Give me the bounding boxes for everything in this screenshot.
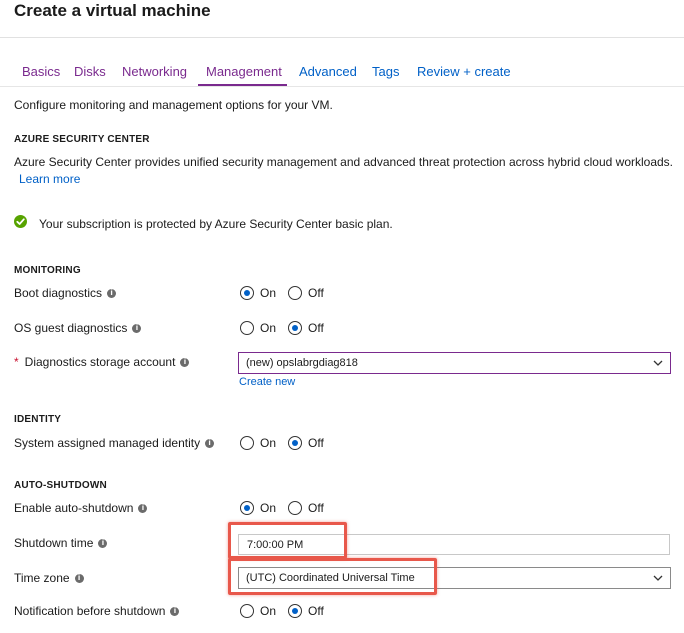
os-guest-diagnostics-off-option[interactable]: Off bbox=[288, 321, 324, 335]
tab-tags[interactable]: Tags bbox=[372, 64, 399, 79]
os-guest-diagnostics-label-text: OS guest diagnostics bbox=[14, 321, 128, 335]
shutdown-time-input[interactable]: 7:00:00 PM bbox=[238, 534, 670, 555]
intro-text: Configure monitoring and management opti… bbox=[14, 98, 333, 112]
tab-networking[interactable]: Networking bbox=[122, 64, 187, 79]
auto-shutdown-off-option[interactable]: Off bbox=[288, 501, 324, 515]
info-icon[interactable]: i bbox=[205, 438, 215, 448]
time-zone-label: Time zone i bbox=[14, 571, 84, 585]
radio-unselected[interactable] bbox=[240, 321, 254, 335]
info-icon[interactable]: i bbox=[170, 606, 180, 616]
notification-radio-group: On Off bbox=[240, 604, 336, 618]
radio-unselected[interactable] bbox=[240, 436, 254, 450]
radio-selected[interactable] bbox=[240, 286, 254, 300]
shutdown-time-value: 7:00:00 PM bbox=[247, 538, 304, 551]
notification-on-option[interactable]: On bbox=[240, 604, 276, 618]
section-heading-identity: IDENTITY bbox=[14, 414, 62, 425]
managed-identity-radio-group: On Off bbox=[240, 436, 336, 450]
notification-off-option[interactable]: Off bbox=[288, 604, 324, 618]
info-icon[interactable]: i bbox=[107, 288, 117, 298]
time-zone-dropdown[interactable]: (UTC) Coordinated Universal Time bbox=[238, 567, 671, 589]
section-heading-auto-shutdown: AUTO-SHUTDOWN bbox=[14, 480, 107, 491]
radio-label-off: Off bbox=[308, 286, 324, 300]
section-heading-security-center: AZURE SECURITY CENTER bbox=[14, 134, 150, 145]
radio-selected[interactable] bbox=[288, 436, 303, 450]
radio-unselected[interactable] bbox=[288, 286, 303, 300]
section-heading-monitoring: MONITORING bbox=[14, 265, 81, 276]
radio-label-off: Off bbox=[308, 501, 324, 515]
boot-diagnostics-radio-group: On Off bbox=[240, 286, 336, 300]
radio-label-on: On bbox=[260, 604, 277, 618]
boot-diagnostics-on-option[interactable]: On bbox=[240, 286, 276, 300]
chevron-down-icon bbox=[653, 360, 663, 366]
diagnostics-storage-account-label: * Diagnostics storage account i bbox=[14, 355, 190, 369]
auto-shutdown-radio-group: On Off bbox=[240, 501, 336, 515]
radio-unselected[interactable] bbox=[288, 501, 303, 515]
create-new-link[interactable]: Create new bbox=[239, 376, 295, 388]
title-divider bbox=[0, 37, 684, 38]
radio-selected[interactable] bbox=[240, 501, 254, 515]
notification-before-shutdown-label: Notification before shutdown i bbox=[14, 604, 180, 618]
managed-identity-on-option[interactable]: On bbox=[240, 436, 276, 450]
time-zone-label-text: Time zone bbox=[14, 571, 70, 585]
dropdown-value: (new) opslabrgdiag818 bbox=[246, 357, 358, 369]
radio-label-off: Off bbox=[308, 436, 324, 450]
tab-basics[interactable]: Basics bbox=[22, 64, 60, 79]
radio-label-on: On bbox=[260, 436, 277, 450]
os-guest-diagnostics-on-option[interactable]: On bbox=[240, 321, 276, 335]
radio-label-on: On bbox=[260, 501, 277, 515]
os-guest-diagnostics-radio-group: On Off bbox=[240, 321, 336, 335]
tab-advanced[interactable]: Advanced bbox=[299, 64, 357, 79]
shutdown-time-label-text: Shutdown time bbox=[14, 536, 94, 550]
boot-diagnostics-label: Boot diagnostics i bbox=[14, 286, 117, 300]
required-asterisk: * bbox=[14, 355, 19, 369]
tab-disks[interactable]: Disks bbox=[74, 64, 106, 79]
radio-selected[interactable] bbox=[288, 321, 303, 335]
radio-label-off: Off bbox=[308, 321, 324, 335]
tab-divider bbox=[0, 86, 684, 87]
learn-more-link[interactable]: Learn more bbox=[19, 172, 80, 186]
security-status-text: Your subscription is protected by Azure … bbox=[39, 217, 393, 231]
check-circle-icon bbox=[14, 215, 27, 228]
boot-diagnostics-label-text: Boot diagnostics bbox=[14, 286, 103, 300]
tab-review-create[interactable]: Review + create bbox=[417, 64, 511, 79]
managed-identity-label-text: System assigned managed identity bbox=[14, 436, 201, 450]
os-guest-diagnostics-label: OS guest diagnostics i bbox=[14, 321, 142, 335]
page-title: Create a virtual machine bbox=[14, 1, 211, 20]
managed-identity-label: System assigned managed identity i bbox=[14, 436, 215, 450]
info-icon[interactable]: i bbox=[132, 323, 142, 333]
info-icon[interactable]: i bbox=[98, 538, 108, 548]
diagnostics-storage-account-dropdown[interactable]: (new) opslabrgdiag818 bbox=[238, 352, 671, 374]
radio-selected[interactable] bbox=[288, 604, 303, 618]
tab-management[interactable]: Management bbox=[206, 64, 282, 79]
managed-identity-off-option[interactable]: Off bbox=[288, 436, 324, 450]
dropdown-value: (UTC) Coordinated Universal Time bbox=[246, 572, 415, 584]
info-icon[interactable]: i bbox=[138, 503, 148, 513]
chevron-down-icon bbox=[653, 575, 663, 581]
notification-before-shutdown-label-text: Notification before shutdown bbox=[14, 604, 166, 618]
auto-shutdown-on-option[interactable]: On bbox=[240, 501, 276, 515]
security-center-description: Azure Security Center provides unified s… bbox=[14, 155, 674, 169]
enable-auto-shutdown-label: Enable auto-shutdown i bbox=[14, 501, 148, 515]
radio-unselected[interactable] bbox=[240, 604, 254, 618]
boot-diagnostics-off-option[interactable]: Off bbox=[288, 286, 324, 300]
info-icon[interactable]: i bbox=[74, 573, 84, 583]
enable-auto-shutdown-label-text: Enable auto-shutdown bbox=[14, 501, 134, 515]
radio-label-on: On bbox=[260, 286, 277, 300]
radio-label-on: On bbox=[260, 321, 277, 335]
info-icon[interactable]: i bbox=[180, 357, 190, 367]
shutdown-time-label: Shutdown time i bbox=[14, 536, 108, 550]
radio-label-off: Off bbox=[308, 604, 324, 618]
diagnostics-storage-account-label-text: Diagnostics storage account bbox=[24, 355, 176, 369]
